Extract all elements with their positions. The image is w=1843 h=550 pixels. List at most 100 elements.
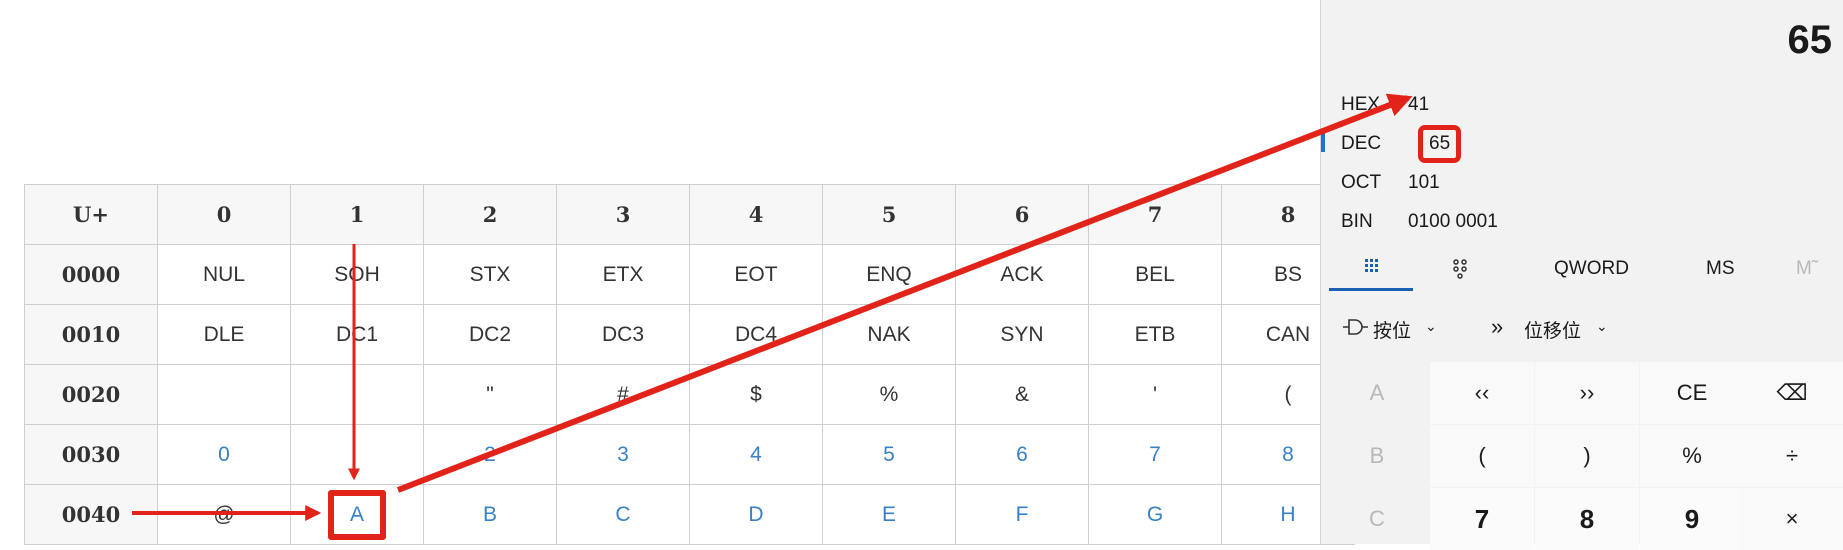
table-cell: & [955,364,1089,425]
table-cell: " [423,364,557,425]
table-cell: ETX [556,244,690,305]
header-cell: 7 [1088,184,1222,245]
key-9[interactable]: 9 [1640,488,1744,550]
table-cell: DC3 [556,304,690,365]
key-7[interactable]: 7 [1430,488,1534,550]
table-cell-link[interactable]: 7 [1088,424,1222,485]
chevron-down-icon[interactable]: ⌄ [1425,318,1437,335]
table-cell: SOH [290,244,424,305]
chevron-down-icon[interactable]: ⌄ [1596,318,1608,335]
table-cell: EOT [689,244,823,305]
row-code: 0040 [24,484,158,545]
table-cell-link[interactable]: 6 [955,424,1089,485]
radix-label: HEX [1341,94,1381,115]
table-cell: SYN [955,304,1089,365]
table-cell: STX [423,244,557,305]
table-cell: % [822,364,956,425]
table-cell: NUL [157,244,291,305]
key-open-paren[interactable]: ( [1430,425,1534,487]
table-cell: DC2 [423,304,557,365]
table-cell: NAK [822,304,956,365]
table-row: 0000 NUL SOH STX ETX EOT ENQ ACK BEL BS [24,244,1355,305]
key-a[interactable]: A [1325,362,1429,424]
row-code: 0010 [24,304,158,365]
table-cell: ETB [1088,304,1222,365]
highlight-box[interactable]: A [327,489,386,540]
key-rotate-left[interactable]: ‹‹ [1430,362,1534,424]
table-cell-highlighted[interactable]: A [290,484,424,545]
table-row: 0030 0 2 3 4 5 6 7 8 [24,424,1355,485]
word-size-button[interactable]: QWORD [1554,258,1629,280]
radix-value: 0100 0001 [1408,211,1498,232]
table-cell-link[interactable]: F [955,484,1089,545]
table-cell-link[interactable] [290,424,424,485]
table-cell-link[interactable]: C [556,484,690,545]
radix-value: 41 [1408,94,1430,115]
table-cell-link[interactable]: 4 [689,424,823,485]
key-8[interactable]: 8 [1535,488,1639,550]
radix-label: OCT [1341,172,1382,193]
table-cell: DC1 [290,304,424,365]
table-cell-link[interactable]: 3 [556,424,690,485]
radix-label: DEC [1341,133,1382,154]
header-cell: 4 [689,184,823,245]
row-code: 0020 [24,364,158,425]
memory-store-button[interactable]: MS [1706,258,1735,280]
bitshift-dropdown[interactable]: 位移位 [1524,316,1581,343]
radix-oct-row[interactable]: OCT 101 [1341,166,1801,200]
key-c[interactable]: C [1325,488,1429,550]
backspace-icon[interactable]: ⌫ [1740,362,1843,424]
multiply-icon[interactable]: × [1740,488,1843,550]
table-cell: $ [689,364,823,425]
table-row: 0010 DLE DC1 DC2 DC3 DC4 NAK SYN ETB CAN [24,304,1355,365]
header-cell: 1 [290,184,424,245]
radix-hex-row[interactable]: HEX 41 [1341,88,1801,122]
divide-icon[interactable]: ÷ [1740,425,1843,487]
bitshift-icon: » [1491,314,1504,339]
table-row: 0020 " # $ % & ' ( [24,364,1355,425]
table-cell-link[interactable]: 5 [822,424,956,485]
table-cell [157,364,291,425]
unicode-table: U+ 0 1 2 3 4 5 6 7 8 0000 NUL SOH STX ET… [24,184,1355,545]
bitwise-dropdown[interactable]: 按位 [1373,316,1411,343]
key-ce[interactable]: CE [1640,362,1744,424]
row-code: 0030 [24,424,158,485]
radix-bin-row[interactable]: BIN 0100 0001 [1341,205,1801,239]
radix-value: 65 [1418,125,1462,163]
dec-selected-indicator [1321,132,1325,152]
table-cell: ACK [955,244,1089,305]
table-cell-link[interactable]: E [822,484,956,545]
key-percent[interactable]: % [1640,425,1744,487]
table-cell: # [556,364,690,425]
key-rotate-right[interactable]: ›› [1535,362,1639,424]
table-cell-link[interactable]: B [423,484,557,545]
header-cell: 5 [822,184,956,245]
header-cell: 6 [955,184,1089,245]
table-header-row: U+ 0 1 2 3 4 5 6 7 8 [24,184,1355,245]
header-cell: 0 [157,184,291,245]
table-cell: ENQ [822,244,956,305]
table-cell: DC4 [689,304,823,365]
header-cell: 2 [423,184,557,245]
table-cell-link[interactable]: 2 [423,424,557,485]
memory-recall-button[interactable]: M˜ [1796,258,1818,280]
calculator-display: 65 [1787,18,1833,62]
table-cell-link[interactable]: D [689,484,823,545]
mode-toolbar: QWORD MS M˜ [1321,248,1843,292]
bitwise-icon [1341,316,1369,344]
programmer-calculator: 65 HEX 41 DEC 65 OCT 101 BIN 0100 0001 Q… [1320,0,1843,550]
key-close-paren[interactable]: ) [1535,425,1639,487]
key-b[interactable]: B [1325,425,1429,487]
radix-dec-row[interactable]: DEC 65 [1341,125,1801,163]
table-cell: DLE [157,304,291,365]
table-cell: BEL [1088,244,1222,305]
header-cell: U+ [24,184,158,245]
header-cell: 3 [556,184,690,245]
bit-toggle-icon[interactable] [1449,256,1473,284]
radix-label: BIN [1341,211,1373,232]
table-row: 0040 @ A B C D E F G H [24,484,1355,545]
table-cell-link[interactable]: 0 [157,424,291,485]
table-cell [290,364,424,425]
radix-value: 101 [1408,172,1440,193]
table-cell-link[interactable]: G [1088,484,1222,545]
